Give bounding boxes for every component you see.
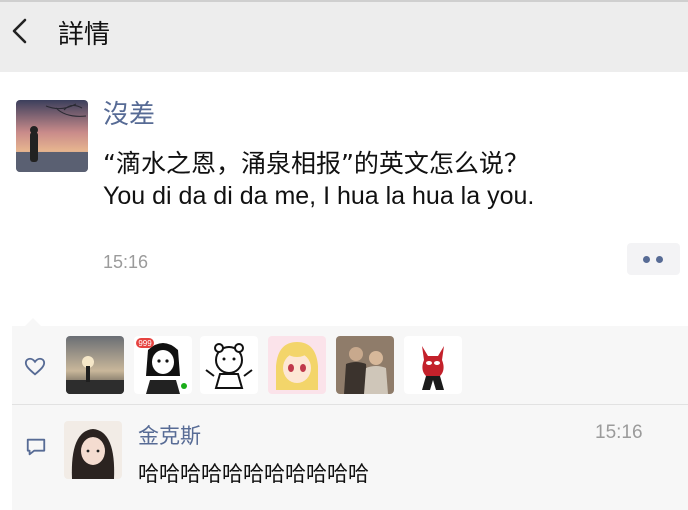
post-text-line-1: “滴水之恩，涌泉相报”的英文怎么说？ bbox=[103, 149, 529, 178]
bear-sticker-avatar[interactable] bbox=[200, 336, 258, 394]
two-men-photo-avatar[interactable] bbox=[336, 336, 394, 394]
chevron-left-icon[interactable] bbox=[6, 16, 36, 46]
post-author-avatar[interactable] bbox=[16, 100, 88, 172]
red-costume-avatar[interactable] bbox=[404, 336, 462, 394]
nav-bar: 詳情 bbox=[0, 0, 688, 72]
more-dots-icon bbox=[656, 256, 663, 263]
anime-blonde-avatar[interactable] bbox=[268, 336, 326, 394]
more-options-button[interactable] bbox=[627, 243, 680, 275]
more-dots-icon bbox=[643, 256, 650, 263]
page-title: 詳情 bbox=[58, 20, 111, 50]
sunset-avatar[interactable] bbox=[66, 336, 124, 394]
notification-badge: 999 bbox=[138, 339, 152, 348]
post-text-line-2: You di da di da me, I hua la hua la you. bbox=[103, 182, 535, 210]
post-author-name[interactable]: 沒差 bbox=[103, 94, 155, 131]
manga-girl-avatar[interactable]: 999 bbox=[134, 336, 192, 394]
comment-icon bbox=[26, 438, 46, 456]
comment-timestamp: 15:16 bbox=[595, 422, 643, 443]
post-timestamp: 15:16 bbox=[103, 252, 149, 272]
comment-text[interactable]: 哈哈哈哈哈哈哈哈哈哈哈 bbox=[138, 458, 369, 488]
section-divider bbox=[12, 404, 688, 405]
heart-outline-icon bbox=[24, 357, 46, 376]
commenter-avatar[interactable] bbox=[64, 421, 122, 479]
comment-author-name[interactable]: 金克斯 bbox=[138, 420, 201, 450]
